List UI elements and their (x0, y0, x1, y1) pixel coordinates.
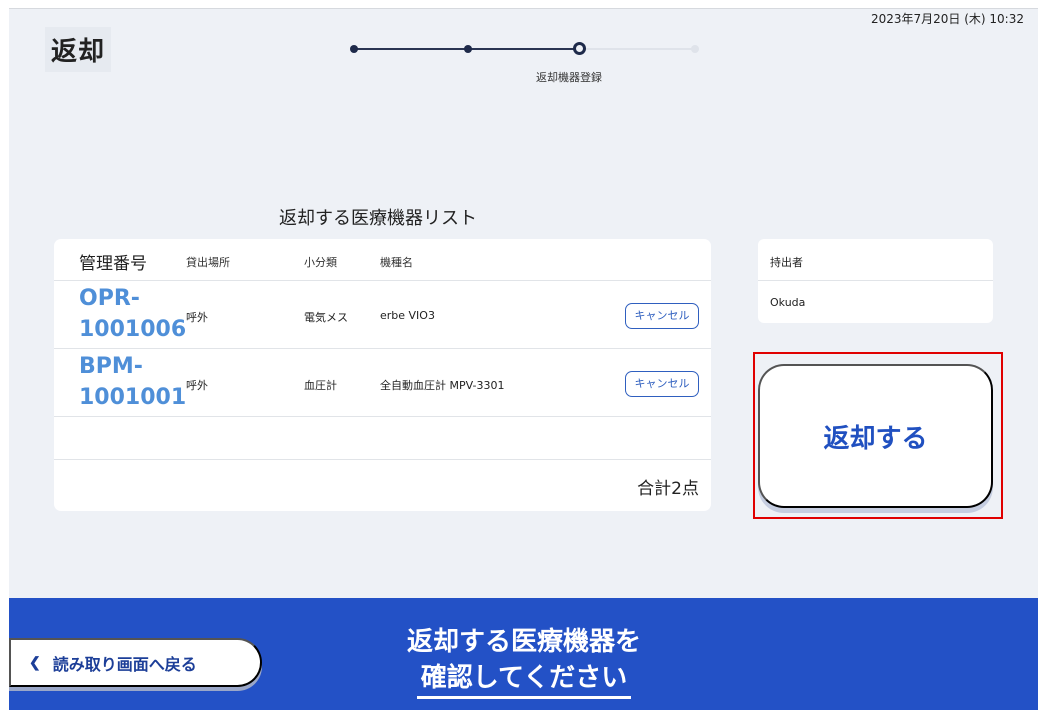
device-location: 呼外 (186, 379, 208, 392)
step-dot-2 (464, 45, 472, 53)
instruction-message: 返却する医療機器を 確認してください (389, 624, 659, 699)
instruction-line-1: 返却する医療機器を (406, 627, 641, 657)
holder-name: Okuda (770, 296, 806, 309)
device-id: BPM- 1001001 (79, 351, 187, 413)
chevron-left-icon: ❮ (29, 654, 41, 670)
step-dot-1 (350, 45, 358, 53)
datetime: 2023年7月20日 (木) 10:32 (870, 12, 1024, 26)
back-button-label: 読み取り画面へ戻る (52, 656, 197, 674)
device-id-number: 1001001 (79, 385, 187, 410)
device-location: 呼外 (186, 311, 208, 324)
bottom-bar: ❮ 読み取り画面へ戻る 返却する医療機器を 確認してください (9, 598, 1038, 710)
instruction-line-2: 確認してください (416, 660, 632, 699)
device-list-table: 管理番号 貸出場所 小分類 機種名 OPR- 1001006 呼外 電気メス e… (54, 239, 711, 511)
screen: 2023年7月20日 (木) 10:32 返却 返却機器登録 返却する医療機器リ… (9, 8, 1038, 710)
step-dot-4 (691, 45, 699, 53)
empty-row (54, 417, 711, 460)
page-title: 返却 (45, 27, 112, 72)
step-line-done-2 (468, 48, 578, 50)
device-id-prefix: BPM- (79, 354, 143, 379)
return-button[interactable]: 返却する (758, 364, 993, 508)
device-category: 血圧計 (304, 379, 337, 392)
device-id-prefix: OPR- (79, 286, 140, 311)
device-id-number: 1001006 (79, 317, 187, 342)
step-line-pending (580, 48, 694, 50)
device-model: 全自動血圧計 MPV-3301 (380, 379, 505, 392)
device-id: OPR- 1001006 (79, 283, 187, 345)
list-title: 返却する医療機器リスト (279, 208, 477, 229)
holder-card: 持出者 Okuda (758, 239, 993, 323)
column-header-location: 貸出場所 (186, 256, 230, 269)
device-model: erbe VIO3 (380, 309, 435, 322)
column-header-model: 機種名 (380, 256, 413, 269)
table-footer: 合計2点 (54, 460, 711, 510)
column-header-category: 小分類 (304, 256, 337, 269)
cancel-button[interactable]: キャンセル (625, 303, 699, 329)
table-row: OPR- 1001006 呼外 電気メス erbe VIO3 キャンセル (54, 281, 711, 349)
cancel-button[interactable]: キャンセル (625, 371, 699, 397)
holder-label: 持出者 (758, 239, 993, 281)
total-count: 合計2点 (637, 479, 699, 499)
progress-stepper (344, 42, 704, 56)
device-category: 電気メス (304, 311, 348, 324)
table-header: 管理番号 貸出場所 小分類 機種名 (54, 239, 711, 281)
step-line-done-1 (354, 48, 466, 50)
current-step-label: 返却機器登録 (536, 71, 602, 84)
back-to-scan-button[interactable]: ❮ 読み取り画面へ戻る (9, 638, 262, 687)
column-header-id: 管理番号 (79, 254, 147, 274)
table-row: BPM- 1001001 呼外 血圧計 全自動血圧計 MPV-3301 キャンセ… (54, 349, 711, 417)
step-dot-3-current (573, 42, 586, 55)
